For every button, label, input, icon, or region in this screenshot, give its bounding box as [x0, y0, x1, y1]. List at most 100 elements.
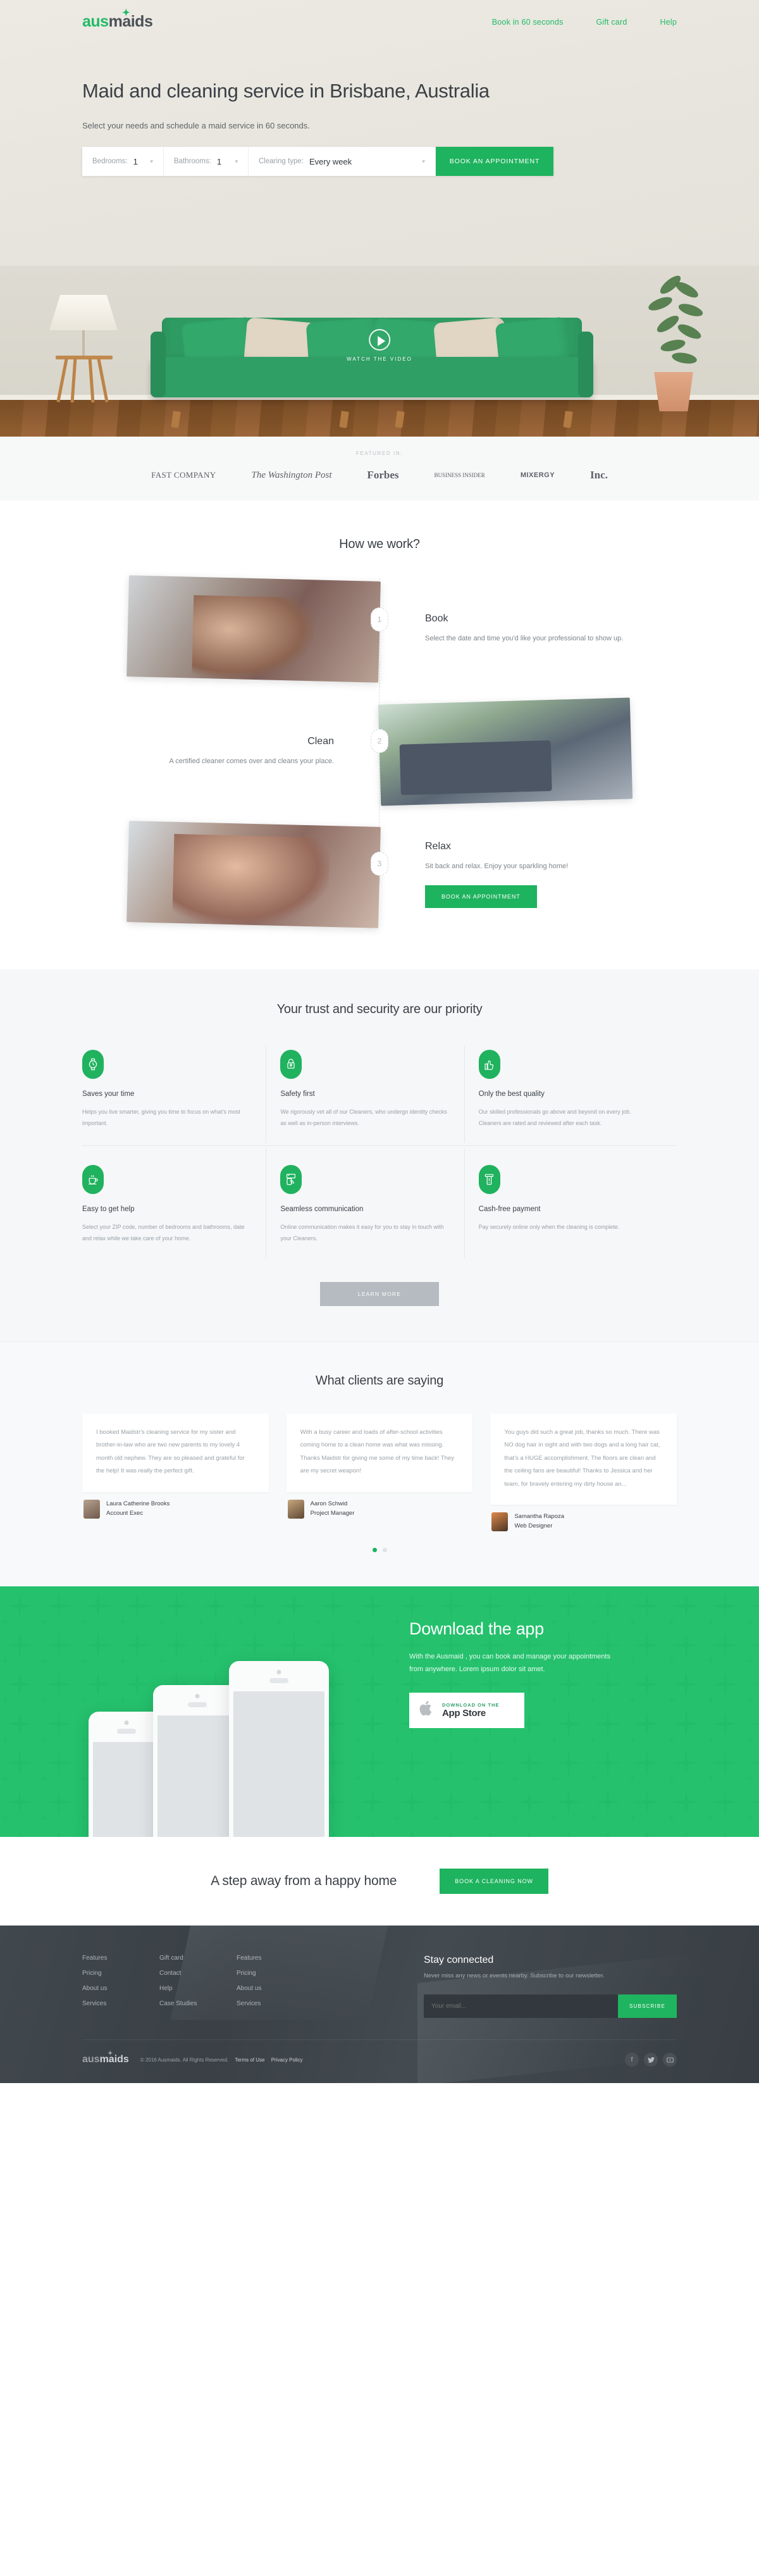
- trust-feature-best-quality: Only the best quality Our skilled profes…: [478, 1043, 677, 1145]
- footer-link-case-studies[interactable]: Case Studies: [159, 2000, 237, 2007]
- trust-text-2: We rigorously vet all of our Cleaners, w…: [280, 1109, 447, 1126]
- twitter-icon[interactable]: [644, 2053, 658, 2067]
- avatar: [491, 1512, 509, 1532]
- cleaning-type-select[interactable]: Clearing type: Every week ▾: [249, 147, 436, 177]
- bathrooms-select[interactable]: Bathrooms: 1 ▾: [164, 147, 249, 177]
- nav-item-gift-card[interactable]: Gift card: [596, 18, 627, 27]
- facebook-icon[interactable]: f: [625, 2053, 639, 2067]
- step-1-photo: [126, 575, 381, 683]
- footer-link-help[interactable]: Help: [159, 1985, 237, 1992]
- bedrooms-label: Bedrooms:: [92, 158, 128, 166]
- main-nav: Book in 60 seconds Gift card Help: [492, 18, 677, 27]
- step-2-number: 2: [371, 729, 388, 753]
- footer-link-services-2[interactable]: Services: [237, 2000, 314, 2007]
- app-text: With the Ausmaid , you can book and mana…: [409, 1653, 610, 1674]
- trust-section: Your trust and security are our priority…: [0, 969, 759, 1341]
- card-reader-icon: [478, 1165, 500, 1194]
- learn-more-button[interactable]: LEARN MORE: [320, 1282, 439, 1306]
- thumbs-up-icon: [478, 1050, 500, 1079]
- steps-list: 1 Book Select the date and time you'd li…: [82, 575, 677, 928]
- testimonial-name-3: Samantha Rapoza: [514, 1513, 565, 1521]
- how-we-work-title: How we work?: [339, 537, 420, 551]
- featured-in-heading: FEATURED IN:: [355, 451, 404, 456]
- watch-icon: [82, 1050, 104, 1079]
- logo-part-aus: aus: [82, 13, 109, 30]
- footer-link-pricing[interactable]: Pricing: [82, 1970, 159, 1977]
- hero-section: ✦ ausmaids Book in 60 seconds Gift card …: [0, 0, 759, 437]
- how-we-work-section: How we work? 1 Book Select the date and …: [0, 501, 759, 969]
- page-root: ✦ ausmaids Book in 60 seconds Gift card …: [0, 0, 759, 2084]
- phone-large: [229, 1661, 329, 1838]
- step-book: 1 Book Select the date and time you'd li…: [82, 575, 677, 683]
- hero-room-illustration: WATCH THE VIDEO: [0, 266, 759, 437]
- app-store-button[interactable]: DOWNLOAD ON THE App Store: [409, 1692, 524, 1728]
- avatar: [287, 1499, 304, 1519]
- cleaning-type-value: Every week: [309, 156, 352, 166]
- testimonial-card-2: With a busy career and loads of after-sc…: [286, 1414, 473, 1492]
- trust-feature-easy-help: Easy to get help Select your ZIP code, n…: [82, 1145, 281, 1260]
- steps-book-appointment-button[interactable]: BOOK AN APPOINTMENT: [425, 885, 537, 909]
- nav-item-book[interactable]: Book in 60 seconds: [492, 18, 564, 27]
- newsletter-email-input[interactable]: [424, 1994, 618, 2019]
- footer-link-gift-card[interactable]: Gift card: [159, 1955, 237, 1962]
- footer-link-about-us-2[interactable]: About us: [237, 1985, 314, 1992]
- carousel-dot-1[interactable]: [372, 1548, 377, 1553]
- footer-link-pricing-2[interactable]: Pricing: [237, 1970, 314, 1977]
- testimonial-name-2: Aaron Schwid: [310, 1500, 348, 1507]
- testimonial-item: With a busy career and loads of after-sc…: [286, 1414, 473, 1519]
- footer-link-features-2[interactable]: Features: [237, 1955, 314, 1962]
- step-3-title: Relax: [425, 840, 451, 852]
- footer-logo-maids: maids: [99, 2054, 129, 2065]
- footer-column-3: Features Pricing About us Services: [237, 1955, 314, 2018]
- testimonial-card-1: I booked Maidstr's cleaning service for …: [82, 1414, 269, 1492]
- testimonials-section: What clients are saying I booked Maidstr…: [0, 1341, 759, 1587]
- terms-of-use-link[interactable]: Terms of Use: [235, 2057, 264, 2063]
- site-logo[interactable]: ✦ ausmaids: [82, 8, 153, 30]
- testimonials-title: What clients are saying: [315, 1374, 444, 1388]
- mobile-signal-icon: [280, 1165, 302, 1194]
- step-1-desc: Select the date and time you'd like your…: [425, 634, 624, 642]
- footer-logo[interactable]: ✦ ausmaids: [82, 2051, 129, 2065]
- footer-link-about-us[interactable]: About us: [82, 1985, 159, 1992]
- app-title: Download the app: [409, 1619, 544, 1639]
- sparkle-icon: ✦: [108, 2050, 113, 2058]
- testimonial-role-3: Web Designer: [514, 1522, 553, 1530]
- coffee-cup-icon: [82, 1165, 104, 1194]
- logo-washington-post: The Washington Post: [251, 470, 332, 480]
- chevron-down-icon: ▾: [235, 158, 238, 165]
- nav-item-help[interactable]: Help: [660, 18, 677, 27]
- book-cleaning-now-button[interactable]: BOOK A CLEANING NOW: [440, 1869, 548, 1895]
- hero-copy: Maid and cleaning service in Brisbane, A…: [82, 30, 677, 177]
- potted-plant: [632, 273, 715, 411]
- logo-mixergy: MIXERGY: [520, 471, 555, 479]
- cleaning-type-label: Clearing type:: [259, 158, 304, 166]
- footer-link-contact[interactable]: Contact: [159, 1970, 237, 1977]
- trust-text-3: Our skilled professionals go above and b…: [478, 1109, 631, 1126]
- step-2-photo: [378, 697, 633, 806]
- newsletter-title: Stay connected: [424, 1955, 494, 1966]
- trust-title-3: Only the best quality: [478, 1090, 545, 1098]
- carousel-dot-2[interactable]: [382, 1548, 387, 1553]
- step-clean: Clean A certified cleaner comes over and…: [82, 697, 677, 806]
- step-2-text: Clean A certified cleaner comes over and…: [82, 736, 379, 768]
- subscribe-button[interactable]: SUBSCRIBE: [617, 1994, 677, 2019]
- testimonial-quote-3: You guys did such a great job, thanks so…: [504, 1429, 660, 1488]
- footer-link-services[interactable]: Services: [82, 2000, 159, 2007]
- privacy-policy-link[interactable]: Privacy Policy: [271, 2057, 303, 2063]
- avatar: [83, 1499, 100, 1519]
- youtube-icon[interactable]: [663, 2053, 677, 2067]
- testimonials-list: I booked Maidstr's cleaning service for …: [82, 1414, 677, 1532]
- bedrooms-select[interactable]: Bedrooms: 1 ▾: [82, 147, 164, 177]
- watch-video-label: WATCH THE VIDEO: [347, 356, 412, 362]
- footer-column-1: Features Pricing About us Services: [82, 1955, 159, 2018]
- site-footer: Features Pricing About us Services Gift …: [0, 1926, 759, 2084]
- step-2-title: Clean: [307, 735, 334, 747]
- testimonial-item: I booked Maidstr's cleaning service for …: [82, 1414, 269, 1519]
- footer-link-features[interactable]: Features: [82, 1955, 159, 1962]
- watch-video-button[interactable]: WATCH THE VIDEO: [347, 329, 412, 362]
- booking-form: Bedrooms: 1 ▾ Bathrooms: 1 ▾ Clearing ty…: [82, 147, 553, 177]
- press-logos: FAST COMPANY The Washington Post Forbes …: [0, 469, 759, 482]
- cta-strip-section: A step away from a happy home BOOK A CLE…: [0, 1837, 759, 1926]
- book-appointment-button[interactable]: BOOK AN APPOINTMENT: [436, 147, 553, 177]
- social-links: f: [625, 2053, 677, 2067]
